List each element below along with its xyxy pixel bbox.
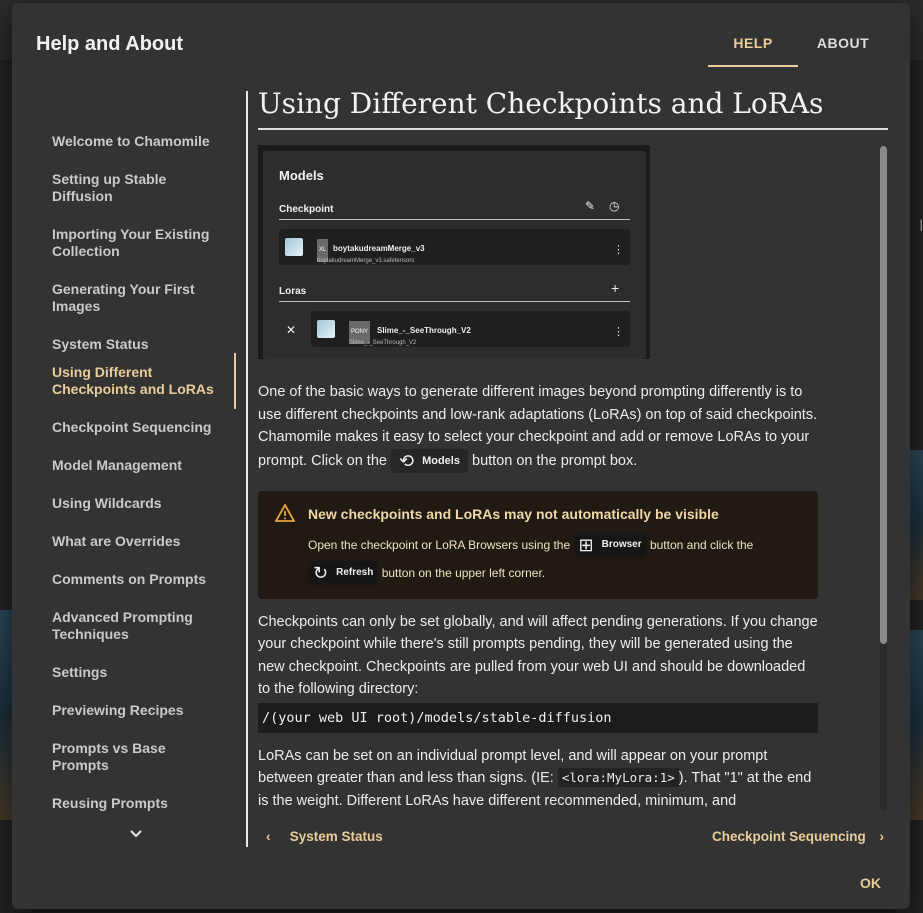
nav-item-reusing-prompts[interactable]: Reusing Prompts: [40, 795, 236, 812]
screenshot-divider: [279, 219, 630, 220]
tab-help[interactable]: HELP: [708, 27, 798, 67]
nav-item-previewing-recipes[interactable]: Previewing Recipes: [40, 702, 236, 719]
close-icon: ✕: [286, 323, 297, 337]
background-thumbnail: [910, 630, 923, 820]
screenshot-models-heading: Models: [279, 168, 324, 183]
previous-topic-label: System Status: [289, 829, 383, 844]
models-inline-button: ⟲ Models: [390, 448, 468, 473]
checkpoint-thumbnail: [285, 238, 303, 256]
intro-text-after: button on the prompt box.: [472, 452, 638, 469]
nav-item-comments[interactable]: Comments on Prompts: [40, 571, 236, 588]
warning-title: New checkpoints and LoRAs may not automa…: [308, 505, 719, 522]
more-vert-icon: ⋮: [613, 244, 624, 256]
warning-body: Open the checkpoint or LoRA Browsers usi…: [308, 531, 808, 587]
warning-text-1: Open the checkpoint or LoRA Browsers usi…: [308, 537, 571, 552]
intro-paragraph: One of the basic ways to generate differ…: [258, 381, 818, 473]
previous-topic-link[interactable]: ‹ System Status: [266, 829, 383, 844]
help-dialog: Help and About HELP ABOUT Welcome to Cha…: [12, 3, 910, 909]
nav-item-advanced-prompting[interactable]: Advanced Prompting Techniques: [40, 609, 236, 643]
article-scrollbar[interactable]: [880, 146, 887, 811]
nav-item-importing[interactable]: Importing Your Existing Collection: [40, 226, 236, 260]
more-vert-icon: ⋮: [613, 326, 624, 338]
refresh-icon: ↻: [313, 563, 329, 584]
nav-item-model-management[interactable]: Model Management: [40, 457, 236, 474]
pencil-icon: ✎: [585, 199, 596, 213]
screenshot-checkpoint-card: XL boytakudreamMerge_v3 boytakudreamMerg…: [279, 229, 630, 265]
nav-item-checkpoints-loras[interactable]: Using Different Checkpoints and LoRAs: [40, 353, 236, 409]
next-topic-label: Checkpoint Sequencing: [712, 829, 866, 844]
nav-divider: [246, 91, 248, 847]
background-text: l: [919, 218, 923, 235]
chevron-right-icon: ›: [879, 829, 885, 844]
nav-item-system-status[interactable]: System Status: [40, 336, 236, 353]
warning-triangle-icon: [274, 502, 296, 528]
screenshot-divider: [279, 301, 630, 302]
lora-file: Slime_-_SeeThrough_V2: [349, 340, 417, 346]
nav-item-overrides[interactable]: What are Overrides: [40, 533, 236, 550]
warning-callout: New checkpoints and LoRAs may not automa…: [258, 490, 818, 599]
screenshot-panel: Models Checkpoint ✎ ◷ XL boytakudreamMer…: [263, 151, 646, 359]
nav-item-wildcards[interactable]: Using Wildcards: [40, 495, 236, 512]
background-thumbnail: [0, 610, 12, 820]
lora-thumbnail: [317, 320, 335, 338]
nav-item-welcome[interactable]: Welcome to Chamomile: [40, 133, 236, 150]
refresh-inline-button: ↻ Refresh: [308, 561, 379, 586]
ok-button[interactable]: OK: [860, 875, 881, 891]
clock-icon: ◷: [609, 199, 620, 213]
checkpoint-file: boytakudreamMerge_v3.safetensors: [317, 258, 415, 264]
plus-icon: +: [611, 280, 620, 296]
nav-scroll-down-icon[interactable]: [130, 825, 142, 841]
dialog-title: Help and About: [36, 33, 184, 55]
screenshot-lora-card: PONY Slime_-_SeeThrough_V2 Slime_-_SeeTh…: [311, 311, 630, 347]
models-button-label: Models: [422, 454, 460, 467]
grid-icon: ⊞: [578, 535, 594, 556]
background-thumbnail: [910, 450, 923, 600]
nav-item-checkpoint-sequencing[interactable]: Checkpoint Sequencing: [40, 419, 236, 436]
next-topic-link[interactable]: Checkpoint Sequencing ›: [712, 829, 884, 844]
warning-text-2: button and click the: [649, 537, 754, 552]
scrollbar-thumb[interactable]: [880, 146, 887, 644]
nav-item-setup[interactable]: Setting up Stable Diffusion: [40, 171, 236, 205]
checkpoints-paragraph: Checkpoints can only be set globally, an…: [258, 613, 818, 698]
help-topic-nav: Welcome to Chamomile Setting up Stable D…: [40, 121, 236, 817]
warning-text-3: button on the upper left corner.: [381, 565, 546, 580]
browser-button-label: Browser: [601, 539, 642, 551]
loras-paragraph: LoRAs can be set on an individual prompt…: [258, 745, 818, 809]
tab-about[interactable]: ABOUT: [808, 27, 878, 67]
models-panel-screenshot: Models Checkpoint ✎ ◷ XL boytakudreamMer…: [258, 145, 650, 359]
article-title: Using Different Checkpoints and LoRAs: [258, 87, 888, 130]
browser-inline-button: ⊞ Browser: [573, 533, 647, 558]
article-body: Models Checkpoint ✎ ◷ XL boytakudreamMer…: [258, 143, 818, 808]
nav-item-settings[interactable]: Settings: [40, 664, 236, 681]
nav-item-first-images[interactable]: Generating Your First Images: [40, 281, 236, 315]
nav-item-prompts-vs-base[interactable]: Prompts vs Base Prompts: [40, 740, 236, 774]
lora-syntax-code: <lora:MyLora:1>: [557, 768, 679, 787]
chevron-left-icon: ‹: [266, 829, 271, 844]
refresh-button-label: Refresh: [336, 567, 374, 579]
models-icon: ⟲: [398, 450, 415, 471]
directory-code-block: /(your web UI root)/models/stable-diffus…: [258, 702, 818, 733]
